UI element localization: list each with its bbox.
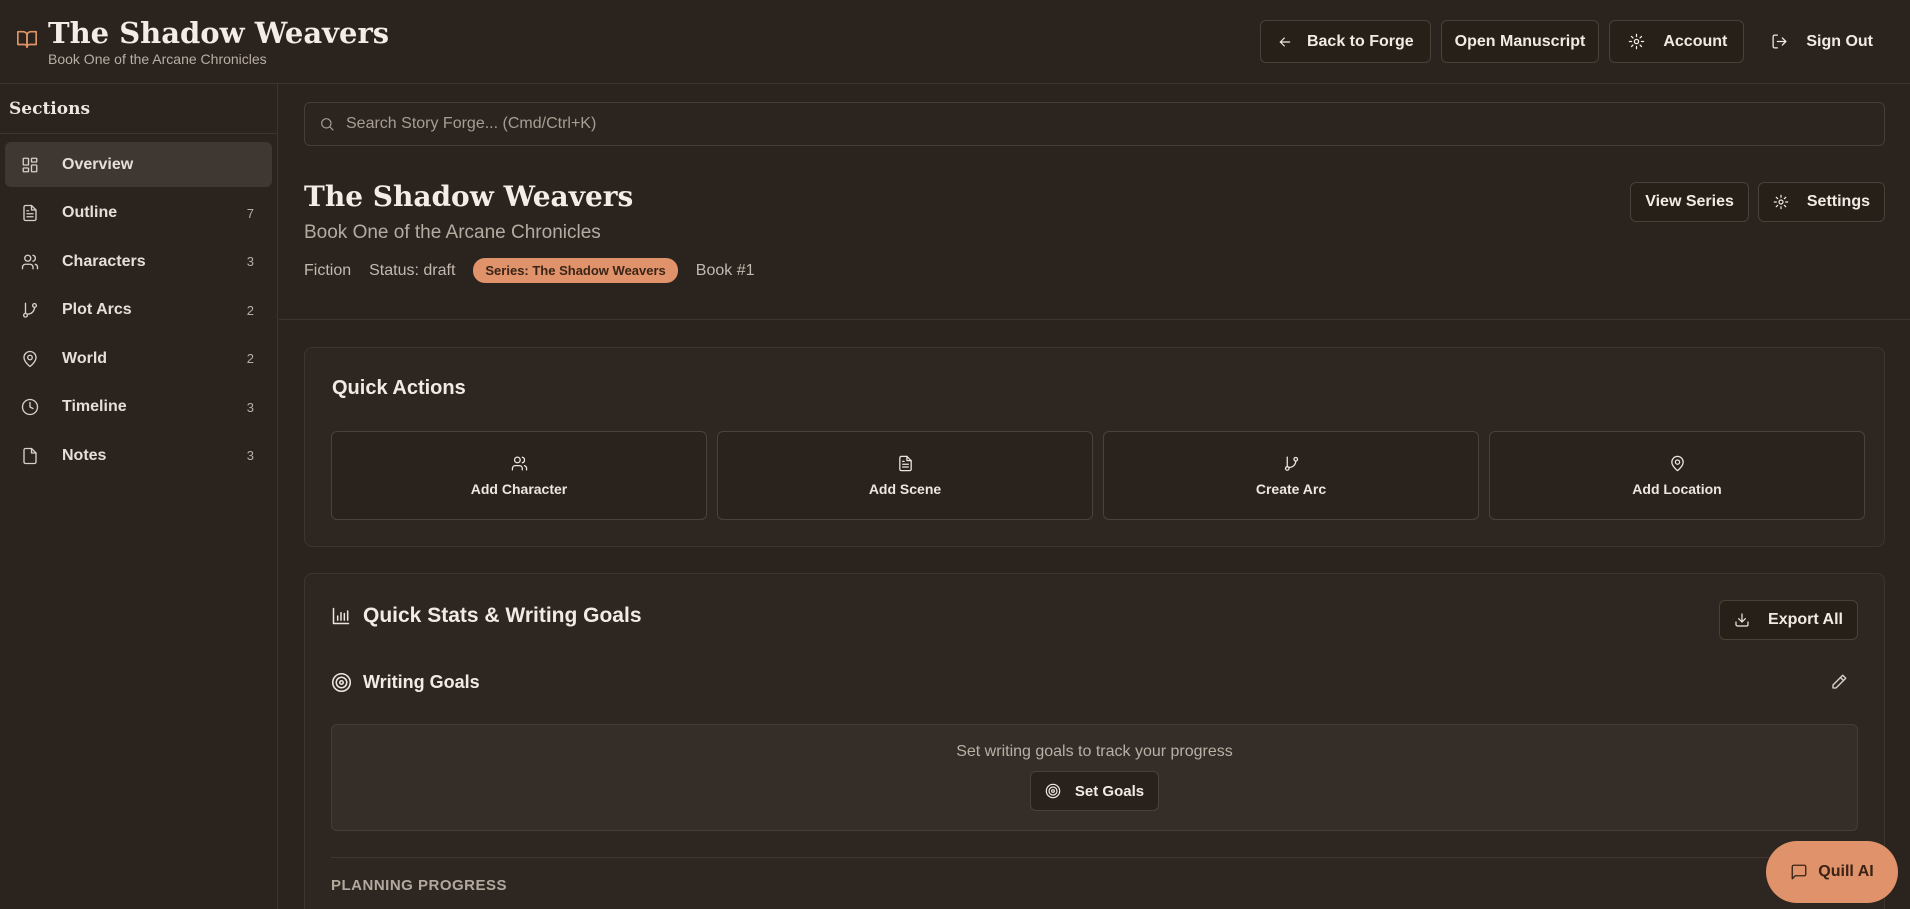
writing-goals-title: Writing Goals xyxy=(363,672,480,692)
sidebar-item-count: 2 xyxy=(246,302,254,318)
app-title: The Shadow Weavers xyxy=(48,16,390,50)
view-series-button[interactable]: View Series xyxy=(1630,182,1749,222)
account-label: Account xyxy=(1663,32,1728,50)
project-subtitle: Book One of the Arcane Chronicles xyxy=(304,222,601,243)
map-pin-icon xyxy=(21,350,41,368)
top-bar: The Shadow Weavers Book One of the Arcan… xyxy=(0,0,1910,84)
genre-label: Fiction xyxy=(304,261,352,279)
sidebar-item-count: 3 xyxy=(246,254,254,269)
sidebar-item-count: 7 xyxy=(246,205,254,221)
add-location-button[interactable]: Add Location xyxy=(1489,431,1865,520)
create-arc-label: Create Arc xyxy=(1255,480,1327,497)
add-location-label: Add Location xyxy=(1632,480,1722,497)
book-open-icon xyxy=(14,28,40,50)
quill-ai-button[interactable]: Quill AI xyxy=(1766,841,1898,903)
add-character-label: Add Character xyxy=(470,480,568,497)
sidebar-item-label: Plot Arcs xyxy=(62,301,132,318)
map-pin-icon xyxy=(1669,455,1686,472)
log-out-icon xyxy=(1771,33,1788,50)
users-icon xyxy=(21,253,41,271)
clock-icon xyxy=(21,398,41,416)
pencil-icon[interactable] xyxy=(1830,673,1848,691)
stats-title: Quick Stats & Writing Goals xyxy=(363,604,642,627)
sidebar-item-label: Notes xyxy=(62,446,107,464)
arrow-left-icon xyxy=(1277,34,1293,50)
brand[interactable]: The Shadow Weavers Book One of the Arcan… xyxy=(14,16,389,67)
sign-out-label: Sign Out xyxy=(1806,32,1873,50)
sidebar-item-label: Timeline xyxy=(62,398,127,415)
quill-ai-label: Quill AI xyxy=(1818,863,1874,880)
sidebar-item-label: World xyxy=(62,349,108,367)
download-icon xyxy=(1734,612,1750,628)
sidebar-item-label: Outline xyxy=(62,204,118,221)
settings-button[interactable]: Settings xyxy=(1757,182,1885,222)
search-icon xyxy=(319,116,335,132)
sidebar-item-count: 3 xyxy=(246,448,254,463)
planning-progress-label: PLANNING PROGRESS xyxy=(331,877,508,894)
project-meta: Fiction Status: draft Series: The Shadow… xyxy=(304,258,1885,283)
sidebar: Sections Overview Outline 7 Characters 3… xyxy=(0,84,278,909)
sidebar-item-label: Characters xyxy=(62,252,146,270)
add-character-button[interactable]: Add Character xyxy=(331,431,707,520)
create-arc-button[interactable]: Create Arc xyxy=(1103,431,1479,520)
sidebar-item-world[interactable]: World 2 xyxy=(5,336,272,381)
set-goals-button[interactable]: Set Goals xyxy=(1029,771,1160,811)
sidebar-nav: Overview Outline 7 Characters 3 Plot Arc… xyxy=(0,134,277,490)
message-square-icon xyxy=(1790,863,1808,881)
account-button[interactable]: Account xyxy=(1609,20,1745,63)
bar-chart-icon xyxy=(331,606,351,626)
search-input[interactable] xyxy=(346,115,1870,133)
app-subtitle: Book One of the Arcane Chronicles xyxy=(48,51,267,67)
view-series-label: View Series xyxy=(1645,193,1734,210)
sidebar-item-outline[interactable]: Outline 7 xyxy=(5,191,272,236)
quick-actions-title: Quick Actions xyxy=(332,377,466,399)
sidebar-item-timeline[interactable]: Timeline 3 xyxy=(5,385,272,430)
add-scene-label: Add Scene xyxy=(868,480,942,497)
file-text-icon xyxy=(897,455,914,472)
divider xyxy=(279,319,1910,320)
git-branch-icon xyxy=(1283,455,1300,472)
sidebar-item-overview[interactable]: Overview xyxy=(5,142,272,187)
export-all-button[interactable]: Export All xyxy=(1719,600,1858,640)
sidebar-item-characters[interactable]: Characters 3 xyxy=(5,239,272,284)
quick-actions-card: Quick Actions Add Character Add Scene Cr… xyxy=(304,347,1885,547)
back-to-forge-button[interactable]: Back to Forge xyxy=(1259,20,1431,63)
search-bar[interactable] xyxy=(304,102,1885,146)
divider xyxy=(331,857,1858,858)
add-scene-button[interactable]: Add Scene xyxy=(717,431,1093,520)
set-goals-label: Set Goals xyxy=(1074,782,1145,800)
sidebar-item-count: 3 xyxy=(246,399,254,415)
file-icon xyxy=(21,447,41,465)
back-to-forge-label: Back to Forge xyxy=(1306,32,1414,50)
target-icon xyxy=(331,672,352,693)
series-badge[interactable]: Series: The Shadow Weavers xyxy=(473,258,678,283)
target-icon xyxy=(1045,783,1061,799)
users-icon xyxy=(511,455,528,472)
sign-out-button[interactable]: Sign Out xyxy=(1754,20,1890,63)
sidebar-item-label: Overview xyxy=(62,155,134,173)
grid-icon xyxy=(21,156,41,174)
sidebar-item-plot-arcs[interactable]: Plot Arcs 2 xyxy=(5,288,272,333)
writing-goals-empty-state: Set writing goals to track your progress… xyxy=(331,724,1858,831)
file-text-icon xyxy=(21,204,41,222)
status-label: Status: draft xyxy=(369,261,456,279)
goals-message: Set writing goals to track your progress xyxy=(956,743,1233,760)
open-manuscript-button[interactable]: Open Manuscript xyxy=(1440,20,1600,63)
open-manuscript-label: Open Manuscript xyxy=(1454,32,1586,50)
gear-icon xyxy=(1773,194,1789,210)
settings-label: Settings xyxy=(1806,193,1870,210)
project-header: The Shadow Weavers Book One of the Arcan… xyxy=(304,180,1885,283)
export-all-label: Export All xyxy=(1768,611,1843,628)
stats-goals-card: Quick Stats & Writing Goals Export All W… xyxy=(304,573,1885,909)
main-content: The Shadow Weavers Book One of the Arcan… xyxy=(279,84,1910,909)
git-branch-icon xyxy=(21,301,41,319)
sidebar-item-count: 2 xyxy=(246,351,254,366)
sidebar-heading: Sections xyxy=(0,84,277,134)
sidebar-item-notes[interactable]: Notes 3 xyxy=(5,433,272,478)
gear-icon xyxy=(1628,33,1645,50)
book-number-label: Book #1 xyxy=(695,261,755,279)
